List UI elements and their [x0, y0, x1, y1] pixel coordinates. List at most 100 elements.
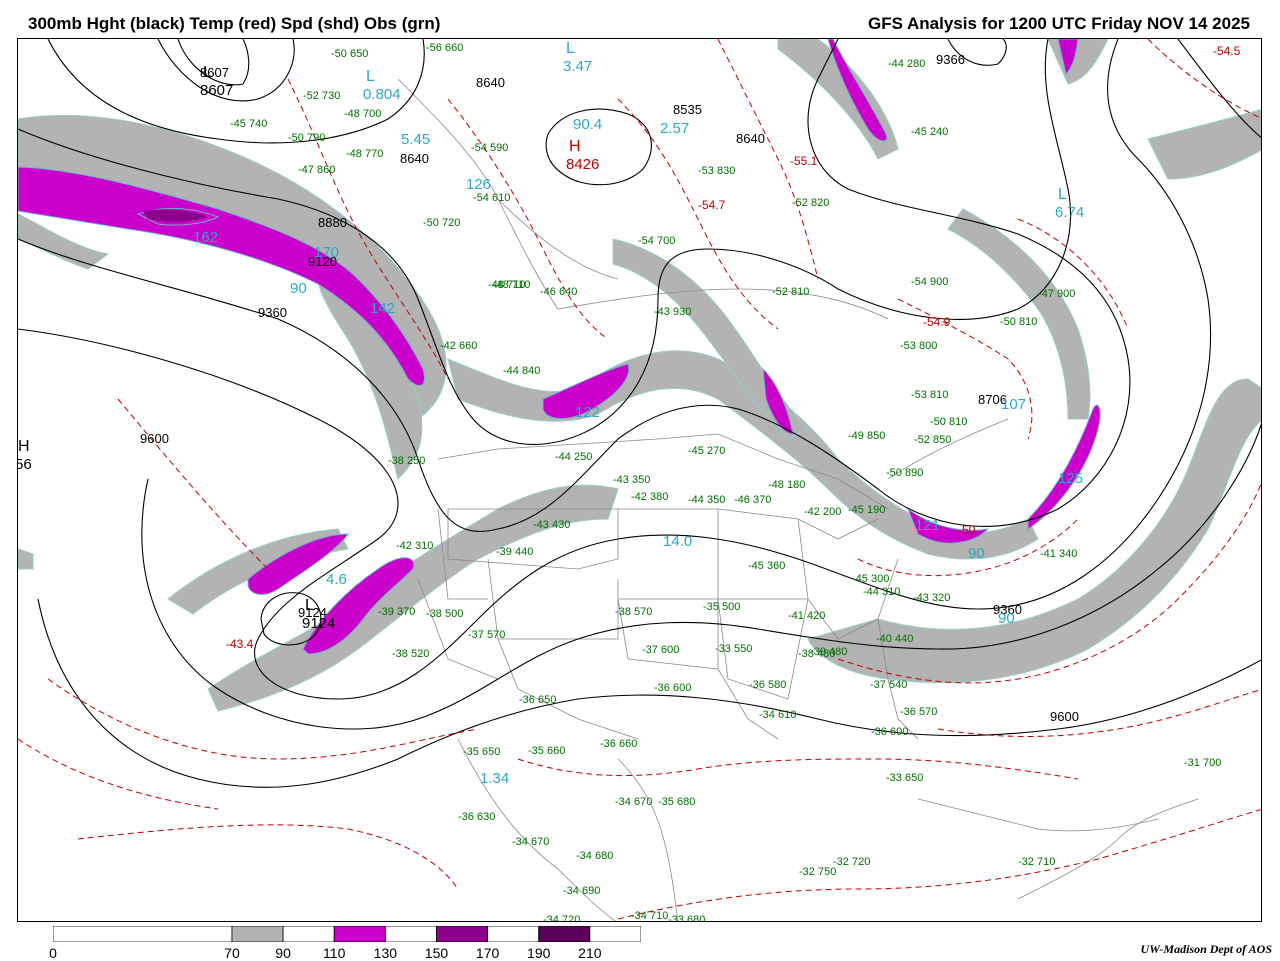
legend-tick-label: 110 — [323, 945, 346, 961]
jet-speed-label: 14.0 — [663, 533, 692, 550]
station-obs: -46 370 — [734, 494, 771, 506]
station-obs: -42 380 — [631, 491, 668, 503]
station-obs: -44 840 — [503, 365, 540, 377]
pressure-center-letter: L — [566, 40, 575, 57]
jet-speed-label: 162 — [193, 229, 218, 246]
station-obs: -56 660 — [426, 42, 463, 54]
legend-bin — [282, 926, 335, 942]
station-obs: -32 750 — [799, 866, 836, 878]
station-obs: -43 930 — [654, 306, 691, 318]
temperature-label: -50 — [958, 523, 976, 537]
station-obs: -36 580 — [749, 679, 786, 691]
station-obs: -43 320 — [913, 592, 950, 604]
jet-speed-label: 170 — [314, 244, 339, 261]
station-obs: -37 600 — [642, 644, 679, 656]
station-obs: -46 640 — [540, 286, 577, 298]
station-obs: -45 270 — [688, 445, 725, 457]
legend-tick-label: 150 — [424, 945, 449, 961]
station-obs: -50 650 — [331, 48, 368, 60]
legend-tick-label: 170 — [475, 945, 500, 961]
station-obs: -38 250 — [388, 455, 425, 467]
station-obs: -36 630 — [458, 811, 495, 823]
station-obs: -38 570 — [615, 606, 652, 618]
station-obs: -48 180 — [768, 479, 805, 491]
jet-speed-label: 90 — [968, 545, 985, 562]
station-obs: -45 360 — [748, 560, 785, 572]
height-label: 8535 — [673, 102, 702, 117]
station-obs: -39 440 — [496, 546, 533, 558]
station-obs: -40 440 — [876, 633, 913, 645]
station-obs: -34 610 — [759, 709, 796, 721]
station-obs: -44 310 — [863, 586, 900, 598]
pressure-center-letter: H — [18, 438, 30, 455]
pressure-center-value: 6.74 — [1055, 204, 1084, 221]
station-obs: -53 830 — [698, 165, 735, 177]
legend-bin — [384, 926, 437, 942]
jet-speed-label: 121 — [915, 517, 940, 534]
legend-tick-label: 0 — [49, 945, 57, 961]
station-obs: -34 710 — [631, 910, 668, 922]
station-obs: -31 700 — [1184, 757, 1221, 769]
legend-tick-label: 210 — [578, 945, 602, 961]
pressure-center-letter: L — [1058, 186, 1067, 203]
legend-tick-label: 130 — [373, 945, 398, 961]
station-obs: -43 350 — [613, 474, 650, 486]
station-obs: -54 610 — [473, 192, 510, 204]
height-label: 8640 — [476, 75, 505, 90]
station-obs: -44 250 — [555, 451, 592, 463]
legend-bin — [231, 926, 284, 942]
station-obs: -54 700 — [638, 235, 675, 247]
pressure-center-value: 9124 — [302, 615, 335, 632]
station-obs: -48 770 — [346, 148, 383, 160]
speed-color-legend — [53, 926, 641, 942]
temperature-label: -55.1 — [790, 154, 818, 168]
legend-bin — [333, 926, 386, 942]
height-label: 9366 — [936, 52, 965, 67]
station-obs: -45 190 — [848, 504, 885, 516]
jet-speed-label: 126 — [466, 176, 491, 193]
station-obs: -42 200 — [804, 506, 841, 518]
station-obs: -52 850 — [914, 434, 951, 446]
station-obs: -33 680 — [668, 914, 705, 922]
jet-speed-label: 125 — [1058, 470, 1083, 487]
jet-speed-label: 2.57 — [660, 120, 689, 137]
station-obs: -32 710 — [1018, 856, 1055, 868]
station-obs: -32 720 — [833, 856, 870, 868]
height-label: 9600 — [140, 431, 169, 446]
station-obs: -49 850 — [848, 430, 885, 442]
station-obs: -42 310 — [396, 540, 433, 552]
station-obs: -50 810 — [1000, 316, 1037, 328]
legend-tick-labels: 0 70 90 110 130 150 170 190 210 — [0, 945, 700, 961]
station-obs: -34 670 — [512, 836, 549, 848]
station-obs: -35 650 — [463, 746, 500, 758]
height-label: 8880 — [318, 215, 347, 230]
legend-bin — [487, 926, 540, 942]
station-obs: -41 340 — [1040, 548, 1077, 560]
jet-speed-label: 4.6 — [326, 571, 347, 588]
temperature-label: -43.4 — [226, 637, 254, 651]
station-obs: -35 660 — [528, 745, 565, 757]
station-obs: -34 670 — [615, 796, 652, 808]
pressure-center-letter: L — [305, 597, 314, 614]
pressure-center-letter: L — [203, 64, 212, 81]
temperature-label: -54.5 — [1213, 44, 1241, 58]
station-obs: -38 480 — [798, 648, 835, 660]
station-obs: -35 500 — [703, 601, 740, 613]
station-obs: -43 430 — [533, 519, 570, 531]
legend-tick-label: 70 — [224, 945, 240, 961]
legend-tick-label: 90 — [275, 945, 291, 961]
station-obs: -36 660 — [600, 738, 637, 750]
pressure-center-value: 8426 — [566, 156, 599, 173]
station-obs: -44 350 — [688, 494, 725, 506]
analysis-time: GFS Analysis for 1200 UTC Friday NOV 14 … — [867, 14, 1250, 33]
station-obs: -34 690 — [563, 885, 600, 897]
legend-bin — [589, 926, 641, 942]
jet-speed-label: 90 — [998, 610, 1015, 627]
jet-speed-label: 122 — [575, 404, 600, 421]
jet-speed-label: 90 — [290, 280, 307, 297]
height-label: 8640 — [736, 131, 765, 146]
map-title: 300mb Hght (black) Temp (red) Spd (shd) … — [28, 14, 441, 33]
jet-speed-label: 90.4 — [573, 116, 602, 133]
station-obs: -52 820 — [792, 197, 829, 209]
station-obs: -33 550 — [715, 643, 752, 655]
